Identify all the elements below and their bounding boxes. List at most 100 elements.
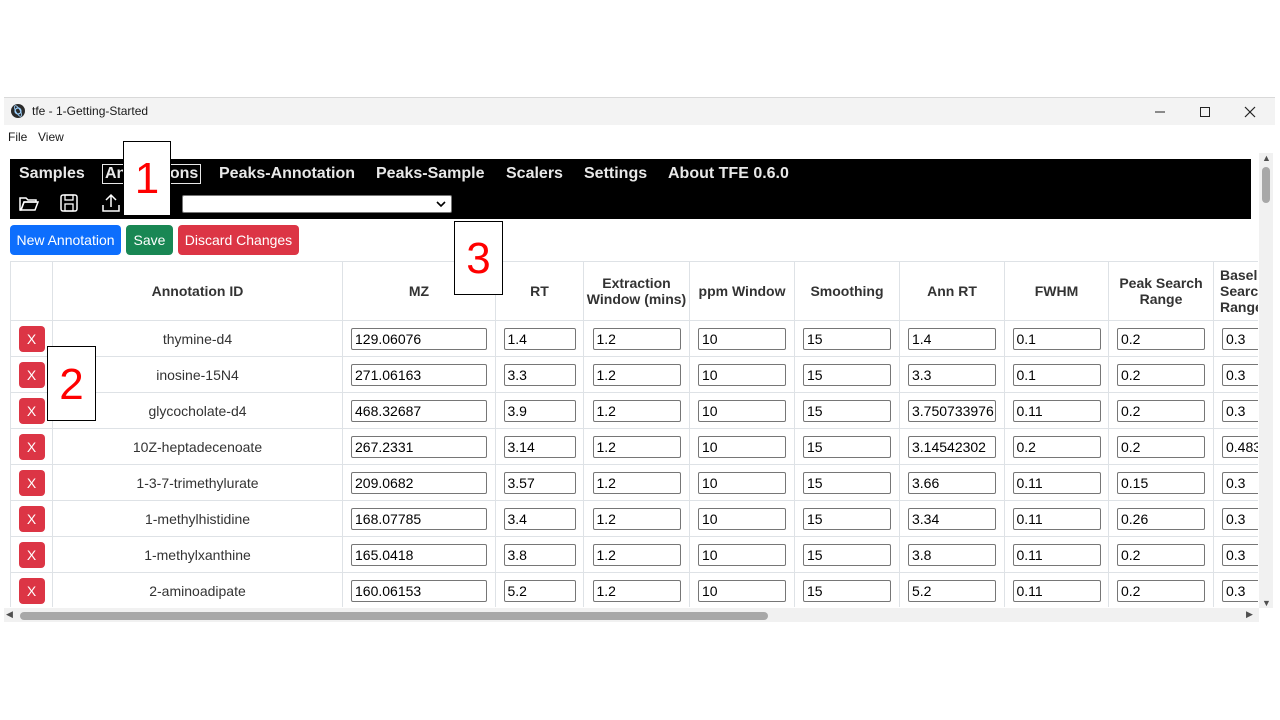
mz-input[interactable]: 129.06076 <box>351 327 487 350</box>
ppm-input[interactable]: 10 <box>698 543 786 566</box>
rt-input[interactable]: 3.8 <box>503 543 576 566</box>
delete-row-button[interactable]: X <box>18 469 45 496</box>
ext-input[interactable]: 1.2 <box>592 471 681 494</box>
horizontal-scroll-thumb[interactable] <box>20 612 768 620</box>
psr-input[interactable]: 0.15 <box>1117 471 1205 494</box>
rt-input[interactable]: 3.9 <box>503 399 576 422</box>
ppm-input[interactable]: 10 <box>698 471 786 494</box>
smooth-input[interactable]: 15 <box>803 435 891 458</box>
mz-input[interactable]: 165.0418 <box>351 543 487 566</box>
new-annotation-button[interactable]: New Annotation <box>10 225 121 255</box>
ppm-input[interactable]: 10 <box>698 327 786 350</box>
smooth-input[interactable]: 15 <box>803 543 891 566</box>
file-select[interactable] <box>182 195 452 213</box>
rt-input[interactable]: 3.57 <box>503 471 576 494</box>
psr-input[interactable]: 0.2 <box>1117 363 1205 386</box>
mz-input[interactable]: 160.06153 <box>351 579 487 602</box>
scroll-right-arrow-icon[interactable]: ▶ <box>1246 609 1253 620</box>
delete-row-button[interactable]: X <box>18 433 45 460</box>
smooth-input[interactable]: 15 <box>803 507 891 530</box>
bsr-input[interactable]: 0.3 <box>1222 363 1258 386</box>
annrt-input[interactable]: 3.34 <box>908 507 996 530</box>
annrt-input[interactable]: 3.66 <box>908 471 996 494</box>
ppm-input[interactable]: 10 <box>698 507 786 530</box>
smooth-input[interactable]: 15 <box>803 579 891 602</box>
annrt-input[interactable]: 3.750733976 <box>908 399 996 422</box>
rt-input[interactable]: 3.3 <box>503 363 576 386</box>
header-extraction-window[interactable]: Extraction Window (mins) <box>583 261 690 321</box>
mz-input[interactable]: 468.32687 <box>351 399 487 422</box>
fwhm-input[interactable]: 0.11 <box>1012 507 1101 530</box>
smooth-input[interactable]: 15 <box>803 471 891 494</box>
header-peak-search-range[interactable]: Peak Search Range <box>1108 261 1214 321</box>
ext-input[interactable]: 1.2 <box>592 543 681 566</box>
ext-input[interactable]: 1.2 <box>592 435 681 458</box>
fwhm-input[interactable]: 0.11 <box>1012 579 1101 602</box>
ext-input[interactable]: 1.2 <box>592 327 681 350</box>
delete-row-button[interactable]: X <box>18 577 45 604</box>
ppm-input[interactable]: 10 <box>698 363 786 386</box>
ext-input[interactable]: 1.2 <box>592 579 681 602</box>
header-ppm-window[interactable]: ppm Window <box>689 261 795 321</box>
save-button[interactable]: Save <box>126 225 173 255</box>
fwhm-input[interactable]: 0.11 <box>1012 471 1101 494</box>
bsr-input[interactable]: 0.3 <box>1222 327 1258 350</box>
delete-row-button[interactable]: X <box>18 541 45 568</box>
psr-input[interactable]: 0.2 <box>1117 399 1205 422</box>
ppm-input[interactable]: 10 <box>698 399 786 422</box>
header-baseline-search-range[interactable]: Baseline Search Range <box>1213 261 1258 321</box>
delete-row-button[interactable]: X <box>18 505 45 532</box>
minimize-button[interactable] <box>1140 100 1180 124</box>
menu-view[interactable]: View <box>38 130 64 144</box>
tab-about[interactable]: About TFE 0.6.0 <box>668 165 789 183</box>
rt-input[interactable]: 5.2 <box>503 579 576 602</box>
smooth-input[interactable]: 15 <box>803 327 891 350</box>
mz-input[interactable]: 168.07785 <box>351 507 487 530</box>
annrt-input[interactable]: 1.4 <box>908 327 996 350</box>
mz-input[interactable]: 267.2331 <box>351 435 487 458</box>
smooth-input[interactable]: 15 <box>803 363 891 386</box>
header-rt[interactable]: RT <box>495 261 584 321</box>
ppm-input[interactable]: 10 <box>698 579 786 602</box>
bsr-input[interactable]: 0.3 <box>1222 507 1258 530</box>
delete-row-button[interactable]: X <box>18 325 45 352</box>
discard-changes-button[interactable]: Discard Changes <box>178 225 299 255</box>
header-smoothing[interactable]: Smoothing <box>794 261 900 321</box>
scroll-down-arrow-icon[interactable]: ▼ <box>1262 598 1271 608</box>
annrt-input[interactable]: 3.8 <box>908 543 996 566</box>
rt-input[interactable]: 3.4 <box>503 507 576 530</box>
delete-row-button[interactable]: X <box>18 361 45 388</box>
tab-scalers[interactable]: Scalers <box>506 165 563 183</box>
mz-input[interactable]: 271.06163 <box>351 363 487 386</box>
fwhm-input[interactable]: 0.11 <box>1012 543 1101 566</box>
tab-samples[interactable]: Samples <box>19 165 85 183</box>
psr-input[interactable]: 0.2 <box>1117 579 1205 602</box>
save-icon[interactable] <box>58 192 80 214</box>
tab-peaks-annotation[interactable]: Peaks-Annotation <box>219 165 355 183</box>
header-fwhm[interactable]: FWHM <box>1004 261 1109 321</box>
upload-icon[interactable] <box>100 192 122 214</box>
psr-input[interactable]: 0.2 <box>1117 543 1205 566</box>
psr-input[interactable]: 0.26 <box>1117 507 1205 530</box>
fwhm-input[interactable]: 0.2 <box>1012 435 1101 458</box>
fwhm-input[interactable]: 0.11 <box>1012 399 1101 422</box>
mz-input[interactable]: 209.0682 <box>351 471 487 494</box>
tab-peaks-sample[interactable]: Peaks-Sample <box>376 165 485 183</box>
ext-input[interactable]: 1.2 <box>592 507 681 530</box>
rt-input[interactable]: 3.14 <box>503 435 576 458</box>
scroll-up-arrow-icon[interactable]: ▲ <box>1262 153 1271 163</box>
ppm-input[interactable]: 10 <box>698 435 786 458</box>
scroll-left-arrow-icon[interactable]: ◀ <box>6 609 13 620</box>
bsr-input[interactable]: 0.3 <box>1222 543 1258 566</box>
psr-input[interactable]: 0.2 <box>1117 327 1205 350</box>
ext-input[interactable]: 1.2 <box>592 363 681 386</box>
smooth-input[interactable]: 15 <box>803 399 891 422</box>
bsr-input[interactable]: 0.483 <box>1222 435 1258 458</box>
close-button[interactable] <box>1230 100 1270 124</box>
annrt-input[interactable]: 3.14542302 <box>908 435 996 458</box>
header-ann-rt[interactable]: Ann RT <box>899 261 1005 321</box>
open-folder-icon[interactable] <box>18 192 40 214</box>
annrt-input[interactable]: 5.2 <box>908 579 996 602</box>
vertical-scrollbar[interactable]: ▲ ▼ <box>1259 153 1273 608</box>
maximize-button[interactable] <box>1185 100 1225 124</box>
